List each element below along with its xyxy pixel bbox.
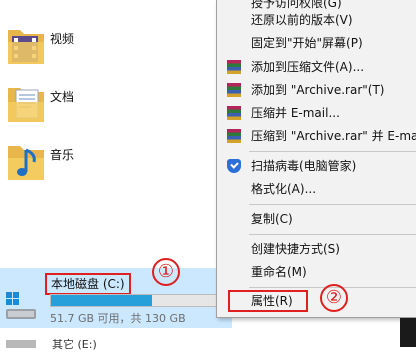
menu-item-format[interactable]: 格式化(A)... bbox=[217, 178, 416, 200]
menu-item-label: 添加到 "Archive.rar"(T) bbox=[251, 83, 385, 97]
folder-music[interactable]: 音乐 bbox=[0, 136, 220, 192]
hard-drive-icon bbox=[6, 292, 36, 319]
annotation-circle-1: ① bbox=[152, 258, 180, 286]
folder-label: 文档 bbox=[50, 90, 75, 104]
winrar-icon bbox=[227, 83, 241, 97]
menu-separator bbox=[249, 151, 416, 152]
menu-item-create-shortcut[interactable]: 创建快捷方式(S) bbox=[217, 238, 416, 260]
menu-separator bbox=[249, 204, 416, 205]
menu-item-label: 重命名(M) bbox=[251, 265, 307, 279]
music-folder-icon bbox=[8, 146, 44, 180]
properties-highlight-box bbox=[228, 290, 308, 312]
menu-item-label: 复制(C) bbox=[251, 212, 293, 226]
folder-label: 音乐 bbox=[50, 148, 75, 162]
menu-item-label: 创建快捷方式(S) bbox=[251, 242, 340, 256]
menu-item-scan-virus[interactable]: 扫描病毒(电脑管家) bbox=[217, 155, 416, 177]
menu-item-label: 还原以前的版本(V) bbox=[251, 13, 353, 27]
menu-item-compress-email[interactable]: 压缩并 E-mail... bbox=[217, 102, 416, 124]
drive-usage-fill bbox=[51, 295, 152, 306]
winrar-icon bbox=[227, 106, 241, 120]
menu-item-compress-rar-email[interactable]: 压缩到 "Archive.rar" 并 E-mail bbox=[217, 125, 416, 147]
menu-item-rename[interactable]: 重命名(M) bbox=[217, 261, 416, 283]
menu-item-label: 添加到压缩文件(A)... bbox=[251, 60, 365, 74]
menu-item-add-archive[interactable]: 添加到压缩文件(A)... bbox=[217, 56, 416, 78]
context-menu: 授予访问权限(G) 还原以前的版本(V) 固定到"开始"屏幕(P) 添加到压缩文… bbox=[216, 0, 416, 318]
menu-item-restore-versions[interactable]: 还原以前的版本(V) bbox=[217, 9, 416, 31]
menu-item-copy[interactable]: 复制(C) bbox=[217, 208, 416, 230]
background-window-edge bbox=[400, 318, 416, 347]
videos-folder-icon bbox=[8, 30, 44, 64]
folder-documents[interactable]: 文档 bbox=[0, 78, 220, 134]
drive-e-name[interactable]: 其它 (E:) bbox=[52, 336, 97, 352]
menu-item-label: 扫描病毒(电脑管家) bbox=[251, 159, 357, 173]
folder-videos[interactable]: 视频 bbox=[0, 20, 220, 76]
folder-label: 视频 bbox=[50, 32, 75, 46]
drive-name: 本地磁盘 (C:) bbox=[45, 273, 131, 295]
menu-item-label: 固定到"开始"屏幕(P) bbox=[251, 36, 363, 50]
drive-usage-bar bbox=[50, 294, 220, 307]
shield-icon bbox=[227, 159, 241, 173]
winrar-icon bbox=[227, 129, 241, 143]
annotation-circle-2: ② bbox=[320, 284, 348, 312]
winrar-icon bbox=[227, 60, 241, 74]
menu-item-pin-start[interactable]: 固定到"开始"屏幕(P) bbox=[217, 32, 416, 54]
menu-item-label: 压缩并 E-mail... bbox=[251, 106, 340, 120]
drive-free-space: 51.7 GB 可用，共 130 GB bbox=[50, 312, 186, 325]
menu-separator bbox=[249, 234, 416, 235]
menu-item-label: 格式化(A)... bbox=[251, 182, 317, 196]
documents-folder-icon bbox=[8, 88, 44, 122]
menu-item-add-archive-rar[interactable]: 添加到 "Archive.rar"(T) bbox=[217, 79, 416, 101]
menu-item-label: 压缩到 "Archive.rar" 并 E-mail bbox=[251, 129, 416, 143]
